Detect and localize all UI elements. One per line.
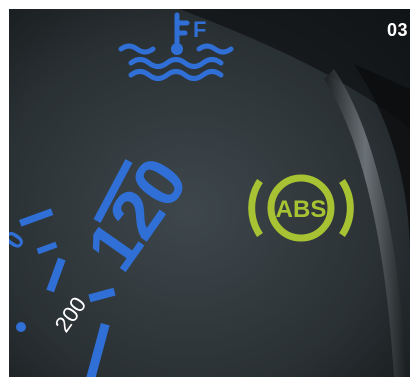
fuel-marker: F bbox=[193, 17, 206, 42]
page-number-badge: 03 bbox=[386, 20, 408, 40]
abs-label: ABS bbox=[276, 196, 327, 223]
dashboard-photo: F 120 200 0 ABS bbox=[9, 9, 410, 377]
